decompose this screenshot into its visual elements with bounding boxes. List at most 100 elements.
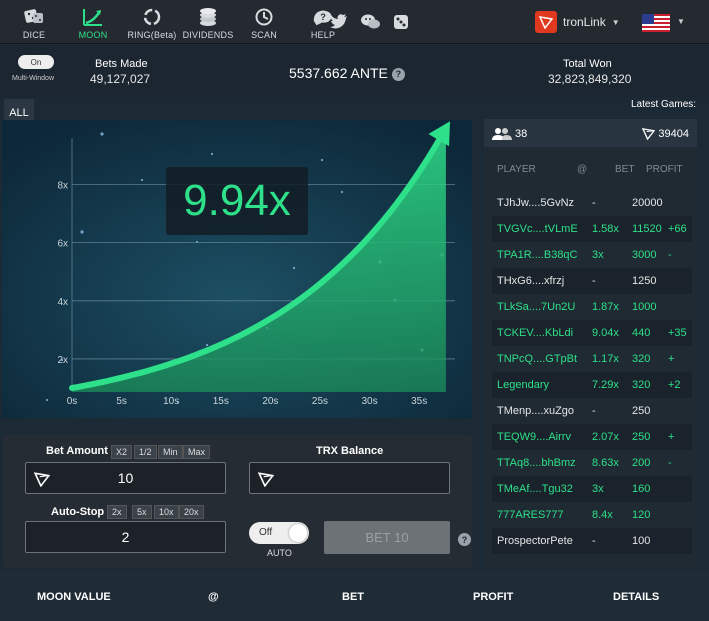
chip-20x[interactable]: 20x <box>179 505 204 519</box>
star-decoration <box>320 158 324 162</box>
nav-dividends[interactable]: DIVIDENDS <box>183 0 233 44</box>
tron-icon <box>642 128 656 140</box>
moon-chart: 0s 5s 10s 15s 20s 25s 30s 35s 2x 4x 6x 8x <box>2 120 472 418</box>
chip-min[interactable]: Min <box>158 445 183 459</box>
nav-scan-label: SCAN <box>251 30 277 40</box>
nav-ring-label: RING(Beta) <box>127 30 177 40</box>
bet-amount-input[interactable]: 10 <box>25 462 226 494</box>
col-bet: BET <box>615 164 635 175</box>
total-value: 39404 <box>658 127 689 140</box>
chip-half[interactable]: 1/2 <box>134 445 157 459</box>
game-profit: +35 <box>668 327 687 339</box>
bets-made-label: Bets Made <box>95 58 148 70</box>
auto-label: AUTO <box>267 548 292 558</box>
total-won-value: 32,823,849,320 <box>548 72 632 86</box>
multiwindow-toggle[interactable]: On <box>18 55 54 69</box>
latest-games-panel: 38 39404 PLAYER @ BET PROFIT TJhJw....5G… <box>484 119 697 568</box>
nav-ring[interactable]: RING(Beta) <box>126 0 178 44</box>
moon-value-header[interactable]: MOON VALUE <box>37 591 111 603</box>
game-player: TCKEV....KbLdi <box>497 327 574 339</box>
auto-toggle-state: Off <box>259 527 273 538</box>
game-player: TMeAf....Tgu32 <box>497 483 573 495</box>
trx-balance-field <box>249 462 450 494</box>
game-player: ProspectorPete <box>497 535 573 547</box>
auto-toggle[interactable]: Off <box>249 522 309 544</box>
list-item: TPA1R....B38qC 3x 3000- <box>492 242 692 268</box>
ante-value: 5537.662 ANTE <box>289 65 388 81</box>
bet-amount-value: 10 <box>117 470 134 486</box>
x-tick-label: 25s <box>312 396 328 407</box>
wallet-dropdown[interactable]: tronLink ▼ <box>535 11 620 33</box>
chip-2x[interactable]: 2x <box>107 505 127 519</box>
x-tick-label: 20s <box>262 396 278 407</box>
game-profit: - <box>668 249 672 261</box>
auto-stop-input[interactable]: 2 <box>25 521 226 553</box>
game-profit: - <box>668 457 672 469</box>
game-bet: 440 <box>632 327 651 339</box>
nav-moon-label: MOON <box>78 30 108 40</box>
col-at: @ <box>577 164 588 175</box>
y-tick-label: 8x <box>57 181 68 192</box>
game-bet: 3000 <box>632 249 657 261</box>
nav-scan[interactable]: SCAN <box>249 0 279 44</box>
us-flag-icon[interactable] <box>642 14 670 32</box>
game-bet: 20000 <box>632 197 663 209</box>
toggle-knob <box>289 524 307 542</box>
nav-dice[interactable]: DICE <box>18 0 50 44</box>
list-item: TMenp....xuZgo - 250 <box>492 398 692 424</box>
game-bet: 320 <box>632 353 651 365</box>
bet-header[interactable]: BET <box>342 591 364 603</box>
x-tick-label: 0s <box>67 396 78 407</box>
bet-button[interactable]: BET 10 <box>324 521 450 554</box>
game-player: TPA1R....B38qC <box>497 249 578 261</box>
game-bet: 100 <box>632 535 651 547</box>
nav-dividends-label: DIVIDENDS <box>182 30 234 40</box>
question-icon[interactable]: ? <box>391 67 405 81</box>
game-at: 3x <box>592 483 604 495</box>
game-at: 1.58x <box>592 223 619 235</box>
game-bet: 200 <box>632 457 651 469</box>
x-tick-label: 10s <box>163 396 179 407</box>
games-columns: PLAYER @ BET PROFIT <box>484 159 697 179</box>
wechat-icon[interactable] <box>360 13 382 36</box>
bet-help-icon[interactable]: ? <box>458 533 471 546</box>
chip-max[interactable]: Max <box>183 445 211 459</box>
ante-balance: 5537.662 ANTE? <box>289 65 405 81</box>
chip-x2[interactable]: X2 <box>111 445 133 459</box>
list-item: Legendary 7.29x 320 +2 <box>492 372 692 398</box>
game-profit: + <box>668 431 675 443</box>
games-header: 38 39404 <box>484 119 697 147</box>
game-bet: 1250 <box>632 275 657 287</box>
auto-stop-value: 2 <box>121 529 130 545</box>
user-count: 38 <box>515 128 528 140</box>
game-player: 777ARES777 <box>497 509 564 521</box>
tron-icon <box>258 472 274 487</box>
x-tick-label: 35s <box>411 396 427 407</box>
nav-moon[interactable]: MOON <box>76 0 110 44</box>
dice-social-icon[interactable] <box>392 13 410 36</box>
star-decoration <box>80 230 84 234</box>
game-bet: 250 <box>632 431 651 443</box>
game-profit: +2 <box>668 379 681 391</box>
star-decoration <box>340 190 344 194</box>
chip-5x[interactable]: 5x <box>132 505 152 519</box>
profit-header[interactable]: PROFIT <box>473 591 513 603</box>
chevron-down-icon[interactable]: ▼ <box>677 17 685 26</box>
nav-dice-label: DICE <box>22 30 46 40</box>
coins-icon <box>196 6 220 28</box>
svg-text:?: ? <box>320 12 326 22</box>
chip-10x[interactable]: 10x <box>154 505 179 519</box>
wallet-label: tronLink <box>563 15 606 29</box>
twitter-icon[interactable] <box>330 13 348 34</box>
at-header[interactable]: @ <box>208 591 219 603</box>
game-profit: + <box>668 353 675 365</box>
game-bet: 11520 <box>632 223 662 235</box>
star-decoration <box>45 398 49 402</box>
list-item: ProspectorPete - 100 <box>492 528 692 554</box>
details-header[interactable]: DETAILS <box>613 591 659 603</box>
bet-amount-label: Bet Amount <box>46 445 108 457</box>
scan-history-icon <box>252 6 276 28</box>
multiwindow-label: Multi-Window <box>12 75 55 82</box>
tronlink-logo-icon <box>535 11 557 33</box>
tron-icon <box>34 472 50 487</box>
